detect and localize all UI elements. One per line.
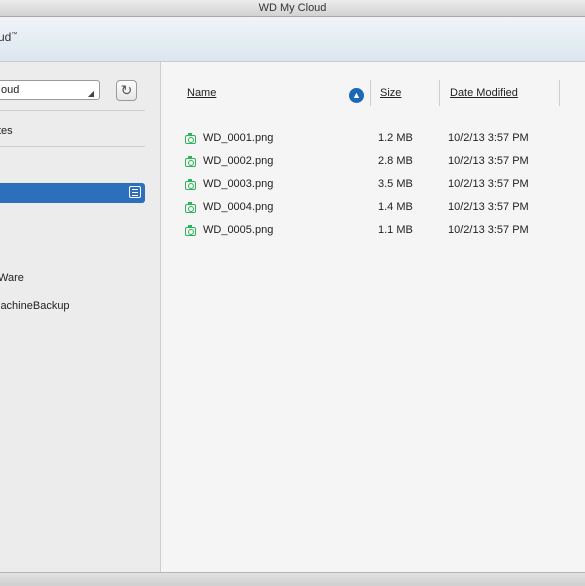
file-size: 1.2 MB bbox=[378, 132, 413, 144]
file-name: WD_0002.png bbox=[203, 155, 274, 167]
device-select[interactable]: oud ◢ bbox=[0, 80, 100, 100]
sidebar-item-ware[interactable]: Ware bbox=[0, 272, 24, 284]
image-file-icon bbox=[185, 202, 196, 213]
refresh-icon: ↻ bbox=[120, 82, 133, 98]
column-separator bbox=[439, 80, 440, 106]
sidebar-divider bbox=[0, 110, 145, 111]
sidebar: oud ◢ ↻ tes Ware lachineBackup bbox=[0, 62, 161, 572]
column-separator bbox=[370, 80, 371, 106]
refresh-button[interactable]: ↻ bbox=[116, 80, 137, 101]
column-separator bbox=[559, 80, 560, 106]
details-list-icon[interactable] bbox=[129, 186, 141, 198]
file-list-pane: Name ▲ Size Date Modified WD_0001.png 1.… bbox=[161, 62, 585, 572]
device-select-value: oud bbox=[1, 84, 20, 96]
sidebar-item-machine-backup[interactable]: lachineBackup bbox=[0, 300, 70, 312]
file-name: WD_0005.png bbox=[203, 224, 274, 236]
sidebar-item-selected[interactable] bbox=[0, 183, 145, 203]
file-date: 10/2/13 3:57 PM bbox=[448, 224, 529, 236]
file-date: 10/2/13 3:57 PM bbox=[448, 178, 529, 190]
file-row[interactable]: WD_0001.png 1.2 MB 10/2/13 3:57 PM bbox=[161, 132, 585, 154]
file-row[interactable]: WD_0005.png 1.1 MB 10/2/13 3:57 PM bbox=[161, 224, 585, 246]
file-size: 1.1 MB bbox=[378, 224, 413, 236]
brand-text: ud bbox=[0, 30, 12, 44]
file-name: WD_0001.png bbox=[203, 132, 274, 144]
status-bar bbox=[0, 572, 585, 586]
file-name: WD_0003.png bbox=[203, 178, 274, 190]
file-row[interactable]: WD_0003.png 3.5 MB 10/2/13 3:57 PM bbox=[161, 178, 585, 200]
file-size: 3.5 MB bbox=[378, 178, 413, 190]
file-date: 10/2/13 3:57 PM bbox=[448, 132, 529, 144]
sort-ascending-icon[interactable]: ▲ bbox=[349, 88, 364, 103]
image-file-icon bbox=[185, 179, 196, 190]
column-header-name[interactable]: Name bbox=[187, 87, 216, 99]
column-header-date-modified[interactable]: Date Modified bbox=[450, 87, 518, 99]
file-name: WD_0004.png bbox=[203, 201, 274, 213]
image-file-icon bbox=[185, 156, 196, 167]
image-file-icon bbox=[185, 225, 196, 236]
trademark-mark: ™ bbox=[11, 32, 18, 38]
app-header: ud™ bbox=[0, 17, 585, 62]
file-row[interactable]: WD_0002.png 2.8 MB 10/2/13 3:57 PM bbox=[161, 155, 585, 177]
sidebar-item-favorites[interactable]: tes bbox=[0, 125, 13, 137]
window-title: WD My Cloud bbox=[258, 2, 327, 14]
dropdown-grip-icon: ◢ bbox=[87, 89, 94, 98]
file-date: 10/2/13 3:57 PM bbox=[448, 155, 529, 167]
file-size: 2.8 MB bbox=[378, 155, 413, 167]
file-size: 1.4 MB bbox=[378, 201, 413, 213]
file-row[interactable]: WD_0004.png 1.4 MB 10/2/13 3:57 PM bbox=[161, 201, 585, 223]
sidebar-divider bbox=[0, 146, 145, 147]
file-date: 10/2/13 3:57 PM bbox=[448, 201, 529, 213]
brand-logo: ud™ bbox=[0, 30, 17, 44]
column-header-size[interactable]: Size bbox=[380, 87, 401, 99]
image-file-icon bbox=[185, 133, 196, 144]
window-titlebar: WD My Cloud bbox=[0, 0, 585, 17]
